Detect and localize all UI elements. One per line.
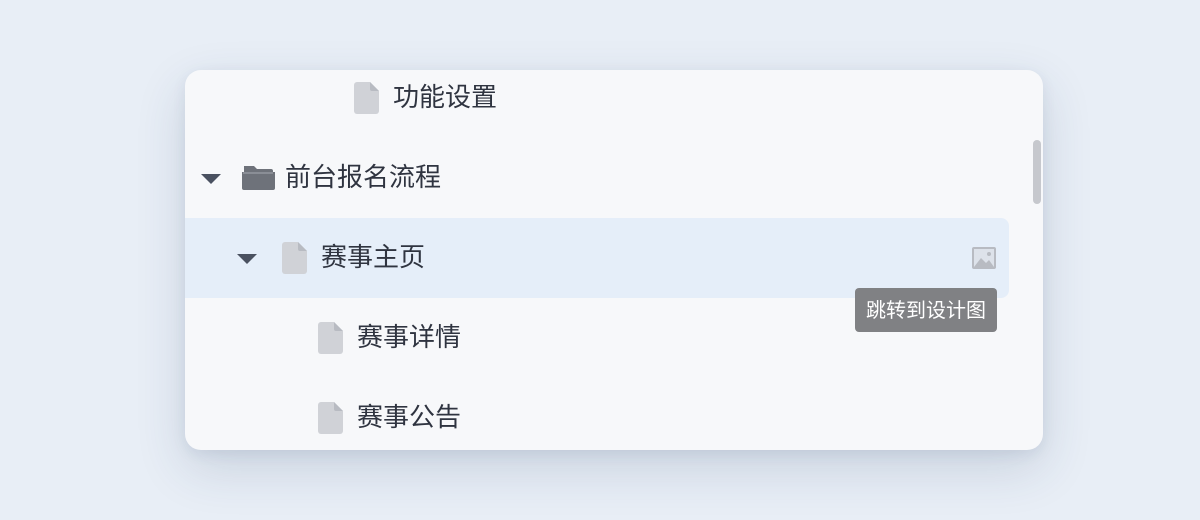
tree-item-event-homepage[interactable]: 赛事主页 xyxy=(185,218,1009,298)
folder-open-icon xyxy=(242,166,275,190)
image-icon[interactable] xyxy=(972,247,996,269)
vertical-scrollbar-thumb[interactable] xyxy=(1033,140,1041,204)
tree-item-label: 赛事详情 xyxy=(357,323,462,353)
tree-item-function-settings[interactable]: 功能设置 xyxy=(185,70,1009,138)
file-tree-panel: 功能设置 前台报名流程 赛事主页 赛事详情 赛事公告 跳转到设计图 xyxy=(185,70,1043,450)
caret-down-icon[interactable] xyxy=(237,254,257,264)
tree-item-label: 赛事主页 xyxy=(321,243,426,273)
file-icon xyxy=(318,402,343,434)
tree-item-event-announcement[interactable]: 赛事公告 xyxy=(185,378,1009,450)
tooltip: 跳转到设计图 xyxy=(855,288,997,332)
tree-item-label: 赛事公告 xyxy=(357,403,462,433)
tree-item-label: 功能设置 xyxy=(393,83,498,113)
file-icon xyxy=(318,322,343,354)
tree-item-frontend-registration-flow[interactable]: 前台报名流程 xyxy=(185,138,1009,218)
tree-item-label: 前台报名流程 xyxy=(285,163,442,193)
file-icon xyxy=(282,242,307,274)
file-icon xyxy=(354,82,379,114)
caret-down-icon[interactable] xyxy=(201,174,221,184)
